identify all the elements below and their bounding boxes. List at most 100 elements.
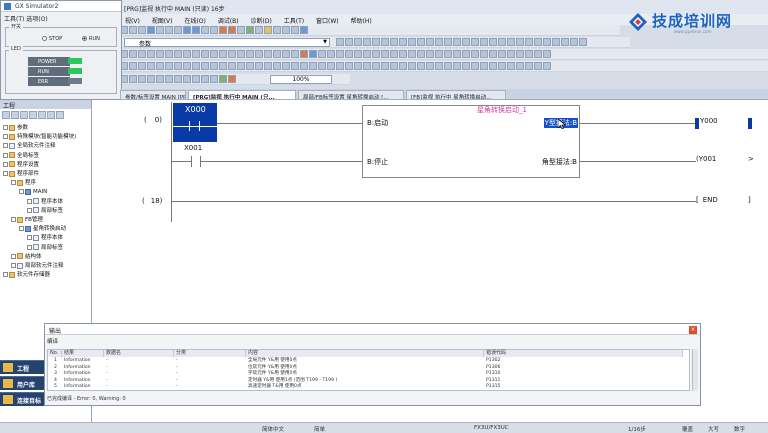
edit-38-icon[interactable] <box>453 62 461 70</box>
expand-icon[interactable] <box>3 134 8 140</box>
tool-26-icon[interactable] <box>561 38 569 46</box>
trace-icon[interactable] <box>291 26 299 34</box>
tool-1-icon[interactable] <box>336 38 344 46</box>
expand-icon[interactable] <box>27 235 32 241</box>
tool-9-icon[interactable] <box>408 38 416 46</box>
ladder-29-icon[interactable] <box>372 50 380 58</box>
tree-item[interactable]: 软元件存储器 <box>3 271 50 279</box>
tool-15-icon[interactable] <box>462 38 470 46</box>
nav-tool-1-icon[interactable] <box>2 111 10 119</box>
tool-7-icon[interactable] <box>390 38 398 46</box>
stop-icon[interactable] <box>228 75 236 83</box>
ladder-7-icon[interactable] <box>174 50 182 58</box>
tab-param-label[interactable]: 参数/标签设置 MAIN [PRG] <box>120 90 186 100</box>
paste-icon[interactable] <box>174 26 182 34</box>
ladder-33-icon[interactable] <box>408 50 416 58</box>
watch-icon[interactable] <box>282 26 290 34</box>
tree-item[interactable]: 星角转换启动 <box>19 225 66 233</box>
replace-icon[interactable] <box>210 26 218 34</box>
ladder-6-icon[interactable] <box>165 50 173 58</box>
edit-21-icon[interactable] <box>300 62 308 70</box>
tool-16-icon[interactable] <box>471 38 479 46</box>
edit-15-icon[interactable] <box>246 62 254 70</box>
tree-item[interactable]: 程序本体 <box>27 234 63 242</box>
edit-46-icon[interactable] <box>525 62 533 70</box>
expand-icon[interactable] <box>11 253 16 259</box>
edit-29-icon[interactable] <box>372 62 380 70</box>
tab-prg-monitor[interactable]: [PRG]监视 执行中 MAIN (只... <box>188 90 296 100</box>
tool-11-icon[interactable] <box>426 38 434 46</box>
ladder-24-icon[interactable] <box>327 50 335 58</box>
ladder-4-icon[interactable] <box>147 50 155 58</box>
ladder-43-icon[interactable] <box>498 50 506 58</box>
ladder-27-icon[interactable] <box>354 50 362 58</box>
expand-icon[interactable] <box>3 161 8 167</box>
ladder-13-icon[interactable] <box>228 50 236 58</box>
edit-42-icon[interactable] <box>489 62 497 70</box>
ladder-41-icon[interactable] <box>480 50 488 58</box>
menu-view[interactable]: 视(V) <box>120 14 145 25</box>
tree-item[interactable]: 程序本体 <box>27 198 63 206</box>
tree-item[interactable]: 全局标签 <box>3 152 39 160</box>
diagnose-icon[interactable] <box>300 26 308 34</box>
edit-27-icon[interactable] <box>354 62 362 70</box>
contact-x000[interactable]: X000 <box>173 103 217 142</box>
edit-32-icon[interactable] <box>399 62 407 70</box>
edit-44-icon[interactable] <box>507 62 515 70</box>
ladder-34-icon[interactable] <box>417 50 425 58</box>
tree-item[interactable]: 程序部件 <box>3 170 39 178</box>
edit-40-icon[interactable] <box>471 62 479 70</box>
expand-icon[interactable] <box>27 198 32 204</box>
simulation-icon[interactable] <box>264 26 272 34</box>
expand-icon[interactable] <box>19 226 24 232</box>
monitor-start-icon[interactable] <box>246 26 254 34</box>
zoom-dropdown[interactable]: 100% <box>270 75 332 84</box>
ladder-47-icon[interactable] <box>534 50 542 58</box>
sim-10-icon[interactable] <box>201 75 209 83</box>
tree-item[interactable]: 程序 <box>11 179 36 187</box>
output-scrollbar[interactable] <box>692 349 698 391</box>
tool-2-icon[interactable] <box>345 38 353 46</box>
edit-4-icon[interactable] <box>147 62 155 70</box>
edit-8-icon[interactable] <box>183 62 191 70</box>
expand-icon[interactable] <box>3 125 8 130</box>
ladder-8-icon[interactable] <box>183 50 191 58</box>
ladder-22-icon[interactable] <box>309 50 317 58</box>
ladder-48-icon[interactable] <box>543 50 551 58</box>
edit-20-icon[interactable] <box>291 62 299 70</box>
redo-icon[interactable] <box>192 26 200 34</box>
tool-25-icon[interactable] <box>552 38 560 46</box>
nav-tool-5-icon[interactable] <box>38 111 46 119</box>
cut-icon[interactable] <box>156 26 164 34</box>
undo-icon[interactable] <box>183 26 191 34</box>
print-icon[interactable] <box>147 26 155 34</box>
tool-13-icon[interactable] <box>444 38 452 46</box>
edit-25-icon[interactable] <box>336 62 344 70</box>
ladder-15-icon[interactable] <box>246 50 254 58</box>
tree-item[interactable]: 局部标签 <box>27 244 63 252</box>
edit-17-icon[interactable] <box>264 62 272 70</box>
ladder-26-icon[interactable] <box>345 50 353 58</box>
edit-10-icon[interactable] <box>201 62 209 70</box>
edit-23-icon[interactable] <box>318 62 326 70</box>
edit-12-icon[interactable] <box>219 62 227 70</box>
tool-24-icon[interactable] <box>543 38 551 46</box>
edit-7-icon[interactable] <box>174 62 182 70</box>
tool-12-icon[interactable] <box>435 38 443 46</box>
edit-35-icon[interactable] <box>426 62 434 70</box>
device-batch-icon[interactable] <box>273 26 281 34</box>
ladder-10-icon[interactable] <box>201 50 209 58</box>
menu-help[interactable]: 帮助(H) <box>346 14 377 25</box>
tool-5-icon[interactable] <box>372 38 380 46</box>
ladder-17-icon[interactable] <box>264 50 272 58</box>
ladder-14-icon[interactable] <box>237 50 245 58</box>
edit-41-icon[interactable] <box>480 62 488 70</box>
sim-8-icon[interactable] <box>183 75 191 83</box>
tree-item[interactable]: FB管理 <box>11 216 43 224</box>
edit-39-icon[interactable] <box>462 62 470 70</box>
copy-icon[interactable] <box>165 26 173 34</box>
ladder-39-icon[interactable] <box>462 50 470 58</box>
edit-26-icon[interactable] <box>345 62 353 70</box>
ladder-9-icon[interactable] <box>192 50 200 58</box>
save-icon[interactable] <box>138 26 146 34</box>
